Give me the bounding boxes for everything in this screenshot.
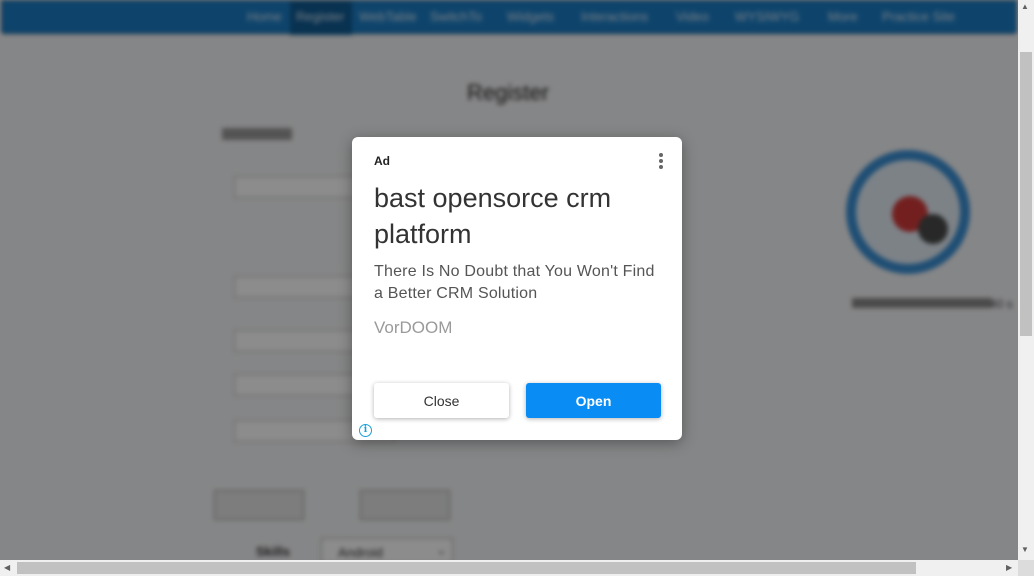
ad-dialog: Ad bast opensorce crm platform There Is … <box>352 137 682 440</box>
scrollbar-corner <box>1018 560 1034 576</box>
scroll-left-arrow-icon[interactable]: ◀ <box>4 563 10 572</box>
vertical-scrollbar[interactable]: ▲ ▼ <box>1018 0 1034 560</box>
open-button[interactable]: Open <box>526 383 661 418</box>
ad-title[interactable]: bast opensorce crm platform <box>374 180 664 252</box>
scroll-right-arrow-icon[interactable]: ▶ <box>1006 563 1012 572</box>
ad-description: There Is No Doubt that You Won't Find a … <box>374 263 655 302</box>
scroll-up-arrow-icon[interactable]: ▲ <box>1021 2 1029 11</box>
ad-brand: VorDOOM <box>374 318 453 337</box>
horizontal-scrollbar[interactable]: ◀ ▶ <box>0 560 1018 576</box>
horizontal-scroll-thumb[interactable] <box>17 562 916 574</box>
scroll-down-arrow-icon[interactable]: ▼ <box>1021 545 1029 554</box>
info-icon[interactable]: i <box>359 424 372 437</box>
menu-dot <box>659 159 663 163</box>
ad-label: Ad <box>374 154 390 168</box>
close-button[interactable]: Close <box>374 383 509 418</box>
more-options-icon[interactable] <box>654 152 666 172</box>
menu-dot <box>659 165 663 169</box>
menu-dot <box>659 153 663 157</box>
vertical-scroll-thumb[interactable] <box>1020 52 1032 336</box>
